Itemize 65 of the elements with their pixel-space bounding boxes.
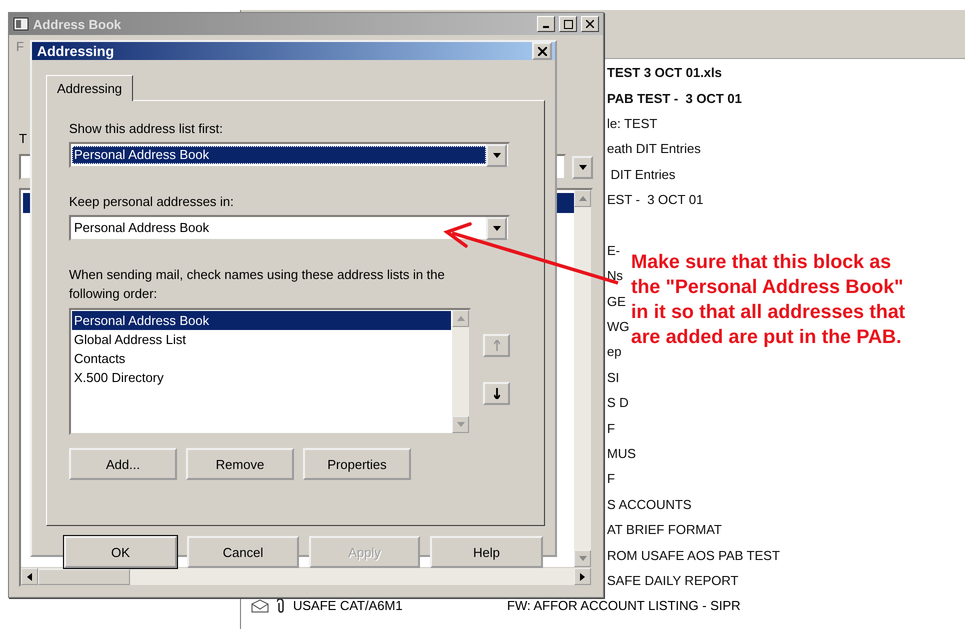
message-subject: EST - 3 OCT 01 bbox=[607, 192, 704, 208]
dropdown-arrow-icon bbox=[578, 556, 586, 561]
field-label: T bbox=[19, 131, 27, 146]
dropdown-arrow-icon bbox=[492, 226, 500, 230]
list-item[interactable]: X.500 Directory bbox=[72, 368, 451, 387]
annotation-text: Make sure that this block as the "Personal Address Book" in it so that all addresses that are added are put in the PAB. bbox=[631, 250, 906, 350]
field-label: Show this address list first: bbox=[69, 121, 223, 137]
message-subject: WG bbox=[607, 319, 630, 334]
dialog-button[interactable]: Cancel bbox=[187, 536, 299, 568]
dropdown-arrow-icon bbox=[578, 164, 586, 170]
maximize-icon bbox=[564, 20, 572, 28]
scroll-right-icon[interactable] bbox=[580, 572, 585, 580]
message-subject: AT BRIEF FORMAT bbox=[607, 522, 722, 538]
message-subject: FW: AFFOR ACCOUNT LISTING - SIPR bbox=[507, 598, 741, 614]
address-book-icon bbox=[13, 17, 29, 31]
up-arrow-icon bbox=[494, 340, 500, 351]
scroll-up-icon bbox=[456, 316, 464, 321]
close-icon bbox=[586, 20, 594, 28]
dropdown-button[interactable] bbox=[572, 156, 593, 178]
dropdown-arrow-icon bbox=[492, 152, 500, 158]
tab[interactable]: Addressing bbox=[46, 75, 134, 101]
scroll-up-icon bbox=[578, 196, 586, 201]
message-subject: Ns bbox=[607, 268, 623, 284]
message-subject: S D bbox=[607, 395, 629, 410]
scrollbar-thumb[interactable] bbox=[38, 568, 130, 584]
message-subject: GE bbox=[607, 294, 626, 309]
maximize-button[interactable] bbox=[559, 16, 577, 32]
envelope-icon bbox=[251, 598, 269, 613]
message-subject: SAFE DAILY REPORT bbox=[607, 573, 738, 588]
message-subject: PAB TEST - 3 OCT 01 bbox=[607, 90, 742, 106]
message-subject: DIT Entries bbox=[610, 166, 676, 182]
list-action-button[interactable]: Add... bbox=[69, 448, 177, 480]
message-sender: USAFE CAT/A6M1 bbox=[293, 598, 404, 614]
list-item[interactable]: Global Address List bbox=[72, 330, 451, 349]
list-action-button[interactable]: Remove bbox=[186, 448, 294, 480]
dropdown-field[interactable]: Personal Address Book bbox=[69, 142, 510, 168]
message-subject: ROM USAFE AOS PAB TEST bbox=[607, 548, 780, 563]
message-subject: eath DIT Entries bbox=[607, 141, 701, 156]
minimize-button[interactable] bbox=[537, 16, 555, 32]
dialog-button[interactable]: Help bbox=[430, 536, 543, 568]
list-item[interactable]: Contacts bbox=[72, 349, 451, 368]
message-subject: MUS bbox=[607, 446, 636, 462]
message-subject: ep bbox=[607, 344, 622, 360]
field-label: Keep personal addresses in: bbox=[69, 194, 234, 210]
message-subject: SI bbox=[607, 370, 620, 385]
message-subject: S ACCOUNTS bbox=[607, 496, 692, 512]
move-down-button[interactable] bbox=[483, 382, 510, 405]
list-action-button[interactable]: Properties bbox=[303, 448, 411, 480]
down-arrow-icon bbox=[494, 388, 500, 399]
window-title: Address Book bbox=[33, 16, 122, 32]
instruction-text: When sending mail, check names using these address lists in the following order: bbox=[69, 266, 446, 303]
message-subject: TEST 3 OCT 01.xls bbox=[607, 65, 722, 80]
address-list-box[interactable]: Personal Address Book Global Address List Contacts X.500 Directory bbox=[69, 308, 471, 435]
scroll-left-icon[interactable] bbox=[27, 572, 32, 580]
list-item[interactable]: Personal Address Book bbox=[72, 311, 451, 330]
close-icon bbox=[538, 46, 546, 56]
message-subject: F bbox=[607, 420, 615, 436]
message-subject: E- bbox=[607, 242, 620, 258]
dialog-button[interactable]: OK bbox=[64, 536, 177, 568]
dialog-title: Addressing bbox=[37, 43, 114, 59]
dropdown-field[interactable]: Personal Address Book bbox=[69, 215, 510, 241]
close-button[interactable] bbox=[532, 42, 552, 60]
message-subject: F bbox=[607, 471, 615, 486]
dropdown-arrow-icon bbox=[456, 422, 464, 427]
message-subject: le: TEST bbox=[607, 116, 658, 131]
